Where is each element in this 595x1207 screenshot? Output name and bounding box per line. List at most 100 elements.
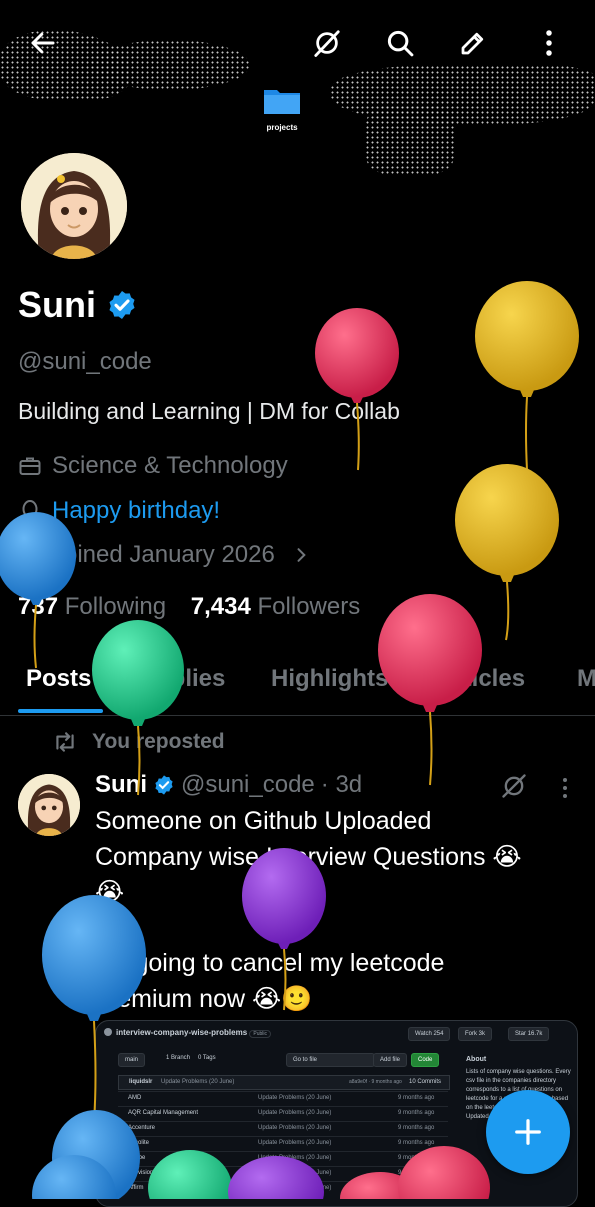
gh-tags: 0 Tags — [198, 1055, 216, 1061]
tab-more[interactable]: M — [577, 665, 595, 693]
briefcase-icon — [19, 457, 41, 475]
verified-badge-icon[interactable] — [106, 289, 138, 321]
grok-icon — [502, 774, 526, 798]
profile-handle: @suni_code — [18, 348, 152, 375]
file-msg: Update Problems (20 June) — [258, 1095, 332, 1101]
more-options-button[interactable] — [532, 26, 566, 60]
gh-fork: Fork 3k — [458, 1027, 493, 1041]
file-msg: Update Problems (20 June) — [258, 1155, 332, 1161]
commit-msg: Update Problems (20 June) — [161, 1079, 235, 1085]
profile-joined[interactable]: Joined January 2026 — [18, 541, 311, 569]
repo-name: interview-company-wise-problems — [116, 1028, 248, 1037]
gh-branch: main — [118, 1053, 146, 1067]
gh-branches: 1 Branch — [166, 1055, 191, 1061]
gh-file-row: Accenture Update Problems (20 June) 9 mont… — [118, 1121, 448, 1135]
file-age: 9 months ago — [398, 1110, 435, 1116]
following-count: 737 — [18, 593, 59, 620]
followers-count: 7,434 — [190, 593, 251, 620]
repost-indicator: You reposted — [52, 730, 225, 754]
balloon-yellow — [475, 281, 579, 471]
fork-label: Fork — [465, 1031, 477, 1037]
star-count: 16.7k — [527, 1031, 543, 1037]
file-age: 9 months ago — [398, 1140, 435, 1146]
avatar-illustration — [18, 774, 80, 836]
gh-watch: Watch 254 — [408, 1027, 451, 1041]
watch-count: 254 — [433, 1031, 444, 1037]
category-label: Science & Technology — [52, 452, 288, 479]
more-vertical-icon — [546, 30, 552, 56]
gh-file-row: Affirm Update Problems (20 June) 9 months … — [118, 1181, 448, 1195]
post-header: Suni @suni_code · 3d — [95, 771, 362, 799]
balloon-red — [315, 308, 399, 471]
post-author-name[interactable]: Suni — [95, 771, 147, 799]
edit-profile-button[interactable] — [456, 26, 490, 60]
about-title: About — [466, 1056, 487, 1063]
file-name: AMD — [128, 1095, 142, 1101]
grok-icon — [314, 30, 340, 57]
repo-visibility: Public — [249, 1030, 272, 1038]
follow-stats: 737 Following 7,434 Followers — [18, 593, 360, 621]
calendar-icon — [20, 546, 40, 565]
profile-tabs: Posts Replies Highlights Articles M — [0, 655, 595, 716]
gh-repo-name: interview-company-wise-problems Public — [116, 1028, 272, 1038]
gh-code: Code — [411, 1053, 440, 1067]
watch-label: Watch — [415, 1031, 432, 1037]
gh-file-row: AMD Update Problems (20 June) 9 months ago — [118, 1091, 448, 1105]
search-button[interactable] — [383, 26, 417, 60]
birthday-link[interactable]: Happy birthday! — [52, 497, 220, 525]
file-name: Accolite — [128, 1140, 150, 1146]
file-msg: Update Problems (20 June) — [258, 1110, 332, 1116]
gh-file-row: Activision Update Problems (20 June) 9 mon… — [118, 1166, 448, 1180]
chevron-right-icon — [297, 548, 306, 562]
file-name: Accenture — [128, 1125, 156, 1131]
active-tab-indicator — [18, 709, 103, 713]
post-author-handle[interactable]: @suni_code — [181, 771, 315, 799]
gh-file-row: AQR Capital Management Update Problems (2… — [118, 1106, 448, 1120]
profile-avatar[interactable] — [18, 150, 130, 262]
followers-link[interactable]: 7,434 Followers — [191, 593, 360, 620]
following-link[interactable]: 737 Following — [18, 593, 166, 620]
compose-post-button[interactable] — [486, 1090, 570, 1174]
tab-articles[interactable]: Articles — [437, 665, 525, 693]
file-name: Activision — [128, 1170, 154, 1176]
gh-commit-row: liquidslr Update Problems (20 June) a8a9… — [118, 1075, 450, 1090]
profile-bio: Building and Learning | DM for Collab — [18, 398, 400, 424]
file-name: Adobe — [128, 1155, 146, 1161]
back-arrow-icon — [31, 32, 55, 54]
balloon-blue — [0, 512, 76, 669]
file-age: 9 months ago — [398, 1125, 435, 1131]
profile-birthday[interactable]: Happy birthday! — [18, 497, 220, 525]
plus-icon — [515, 1119, 541, 1145]
more-vertical-icon — [563, 778, 567, 798]
commit-user: liquidslr — [129, 1079, 153, 1085]
repo-owner-icon — [104, 1028, 112, 1036]
commit-count: 10 Commits — [409, 1079, 442, 1085]
post-more-button[interactable] — [556, 776, 574, 805]
commit-meta: a8a9e0f · 9 months ago — [349, 1079, 402, 1085]
post-text: Someone on Github Uploaded Company wise … — [95, 807, 522, 1013]
file-name: Affirm — [128, 1185, 144, 1191]
following-label: Following — [64, 593, 167, 620]
tab-replies[interactable]: Replies — [140, 665, 225, 693]
edit-icon — [461, 32, 484, 55]
fork-count: 3k — [478, 1031, 486, 1037]
tab-posts[interactable]: Posts — [26, 665, 91, 693]
projects-folder[interactable]: projects — [263, 86, 301, 134]
joined-label: Joined January 2026 — [52, 541, 275, 568]
followers-label: Followers — [257, 593, 361, 620]
folder-icon — [264, 90, 300, 114]
file-age: 9 months ago — [398, 1185, 435, 1191]
back-button[interactable] — [26, 26, 60, 60]
avatar-illustration — [21, 153, 127, 259]
post-author-avatar[interactable] — [18, 774, 80, 836]
gh-star: Star 16.7k — [508, 1027, 550, 1041]
file-msg: Update Problems (20 June) — [258, 1125, 332, 1131]
tab-highlights[interactable]: Highlights — [271, 665, 388, 693]
post-grok-button[interactable] — [500, 772, 528, 805]
file-age: 9 months ago — [398, 1095, 435, 1101]
gh-file-row: Accolite Update Problems (20 June) 9 month… — [118, 1136, 448, 1150]
grok-button[interactable] — [310, 26, 344, 60]
file-age: 9 months ago — [398, 1170, 435, 1176]
post-time: · 3d — [320, 771, 363, 798]
profile-name: Suni — [18, 284, 96, 325]
